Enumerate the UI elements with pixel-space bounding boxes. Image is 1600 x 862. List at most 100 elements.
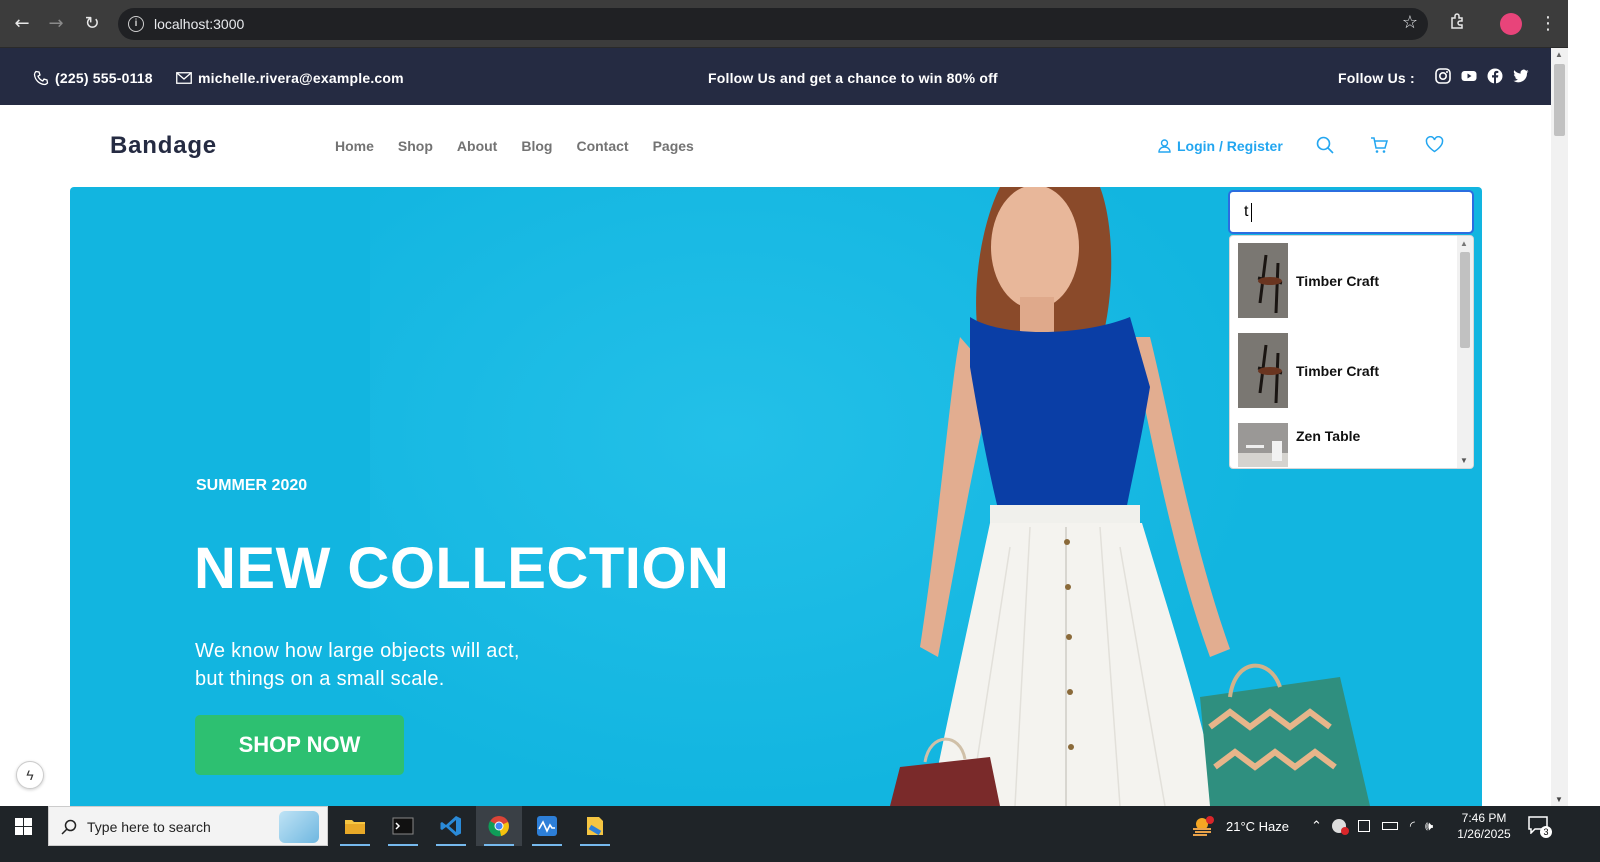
weather-haze-icon[interactable] — [1190, 816, 1216, 836]
taskbar-search-icon — [61, 819, 77, 835]
nav-home[interactable]: Home — [335, 138, 374, 154]
windows-logo-icon — [15, 818, 32, 835]
show-hidden-icons-chevron-icon[interactable]: ⌃ — [1311, 819, 1322, 834]
main-navigation: Home Shop About Blog Contact Pages — [335, 138, 694, 154]
onedrive-status-icon[interactable] — [1331, 819, 1349, 835]
product-thumbnail — [1238, 243, 1288, 318]
brand-logo[interactable]: Bandage — [110, 132, 217, 160]
hero-season-label: SUMMER 2020 — [196, 477, 308, 494]
file-explorer-app[interactable] — [332, 806, 378, 846]
wifi-icon[interactable]: ◜ — [1410, 819, 1415, 834]
nav-pages[interactable]: Pages — [653, 138, 694, 154]
hero-subtext-line-2: but things on a small scale. — [195, 668, 445, 690]
device-icon[interactable] — [1357, 820, 1370, 832]
azure-data-studio-app[interactable] — [524, 806, 570, 846]
running-indicator — [340, 844, 370, 846]
taskbar-clock[interactable]: 7:46 PM 1/26/2025 — [1452, 810, 1516, 842]
page-scroll-up-icon[interactable]: ▲ — [1555, 50, 1563, 59]
result-name: Timber Craft — [1296, 272, 1379, 289]
folder-icon — [345, 820, 365, 834]
scroll-down-arrow-icon[interactable]: ▼ — [1460, 456, 1468, 465]
back-icon[interactable]: ← — [10, 12, 34, 36]
email-contact[interactable]: michelle.rivera@example.com — [176, 70, 404, 86]
forward-icon[interactable]: → — [44, 12, 68, 36]
search-results-dropdown[interactable]: Timber Craft Timber Craft Zen Table ▲ ▼ — [1229, 235, 1474, 469]
vscode-app[interactable] — [428, 806, 474, 846]
extensions-icon[interactable] — [1446, 12, 1470, 36]
system-tray: 21°C Haze ⌃ ◜ 🕪 — [1190, 806, 1433, 846]
youtube-icon[interactable] — [1461, 68, 1477, 84]
search-result-item[interactable]: Timber Craft — [1238, 243, 1458, 318]
scroll-up-arrow-icon[interactable]: ▲ — [1460, 239, 1468, 248]
results-scrollbar-thumb[interactable] — [1460, 252, 1470, 348]
nav-shop[interactable]: Shop — [398, 138, 433, 154]
hero-subtext: We know how large objects will act, but … — [195, 637, 595, 693]
search-result-item[interactable]: Zen Table — [1238, 423, 1458, 467]
terminal-app[interactable] — [380, 806, 426, 846]
user-icon — [1158, 139, 1171, 153]
email-address: michelle.rivera@example.com — [198, 70, 404, 86]
weather-text[interactable]: 21°C Haze — [1226, 819, 1289, 834]
search-highlight-icon — [279, 811, 319, 843]
reload-icon[interactable]: ↻ — [80, 12, 104, 36]
login-register-link[interactable]: Login / Register — [1158, 138, 1283, 154]
pulse-chart-icon — [537, 816, 557, 836]
result-name: Zen Table — [1296, 428, 1361, 444]
taskbar-search-placeholder: Type here to search — [87, 819, 211, 835]
instagram-icon[interactable] — [1435, 68, 1451, 84]
nav-about[interactable]: About — [457, 138, 497, 154]
product-thumbnail — [1238, 333, 1288, 408]
terminal-icon — [392, 817, 414, 835]
site-info-icon[interactable]: i — [128, 16, 144, 32]
hero-subtext-line-1: We know how large objects will act, — [195, 640, 520, 662]
search-input[interactable]: t — [1228, 190, 1474, 234]
result-name: Timber Craft — [1296, 362, 1379, 379]
note-icon — [587, 817, 603, 836]
search-icon[interactable] — [1316, 136, 1334, 154]
chrome-app[interactable] — [476, 806, 522, 846]
clock-date: 1/26/2025 — [1457, 827, 1511, 841]
page-scroll-down-icon[interactable]: ▼ — [1555, 795, 1563, 804]
facebook-icon[interactable] — [1487, 68, 1503, 84]
phone-contact[interactable]: (225) 555-0118 — [33, 70, 153, 86]
sticky-notes-app[interactable] — [572, 806, 618, 846]
page-scrollbar-thumb[interactable] — [1554, 64, 1565, 136]
running-indicator — [484, 844, 514, 846]
notification-center-icon[interactable]: 3 — [1528, 816, 1552, 838]
running-indicator — [580, 844, 610, 846]
running-indicator — [436, 844, 466, 846]
address-bar[interactable]: i localhost:3000 ☆ — [118, 8, 1428, 40]
top-info-bar: (225) 555-0118 michelle.rivera@example.c… — [0, 48, 1551, 105]
battery-icon[interactable] — [1381, 822, 1398, 830]
text-caret — [1251, 203, 1252, 222]
profile-avatar[interactable] — [1500, 13, 1522, 35]
bookmark-star-icon[interactable]: ☆ — [1402, 12, 1418, 33]
promo-text: Follow Us and get a chance to win 80% of… — [708, 70, 998, 86]
chrome-icon — [488, 816, 509, 837]
search-input-value: t — [1244, 203, 1249, 220]
running-indicator — [532, 844, 562, 846]
nav-blog[interactable]: Blog — [521, 138, 552, 154]
start-button[interactable] — [0, 806, 48, 846]
login-register-label: Login / Register — [1177, 138, 1283, 154]
vscode-icon — [440, 816, 461, 836]
search-result-item[interactable]: Timber Craft — [1238, 333, 1458, 408]
page-scrollbar[interactable]: ▲ ▼ — [1551, 48, 1568, 806]
clock-time: 7:46 PM — [1461, 811, 1507, 825]
phone-icon — [33, 70, 49, 86]
dev-tools-bolt-icon[interactable]: ϟ — [16, 761, 44, 789]
volume-icon[interactable]: 🕪 — [1425, 819, 1433, 834]
shop-now-button[interactable]: SHOP NOW — [195, 715, 404, 775]
nav-contact[interactable]: Contact — [576, 138, 628, 154]
hero-headline: NEW COLLECTION — [194, 536, 730, 601]
phone-number: (225) 555-0118 — [55, 70, 153, 86]
social-links — [1435, 68, 1529, 84]
taskbar-search-box[interactable]: Type here to search — [48, 806, 328, 846]
heart-icon[interactable] — [1425, 136, 1444, 153]
twitter-icon[interactable] — [1513, 68, 1529, 84]
cart-icon[interactable] — [1370, 136, 1388, 154]
results-scrollbar[interactable]: ▲ ▼ — [1457, 236, 1473, 468]
browser-toolbar: ← → ↻ i localhost:3000 ☆ ⋮ — [0, 0, 1600, 48]
browser-menu-icon[interactable]: ⋮ — [1536, 12, 1560, 36]
product-thumbnail — [1238, 423, 1288, 467]
